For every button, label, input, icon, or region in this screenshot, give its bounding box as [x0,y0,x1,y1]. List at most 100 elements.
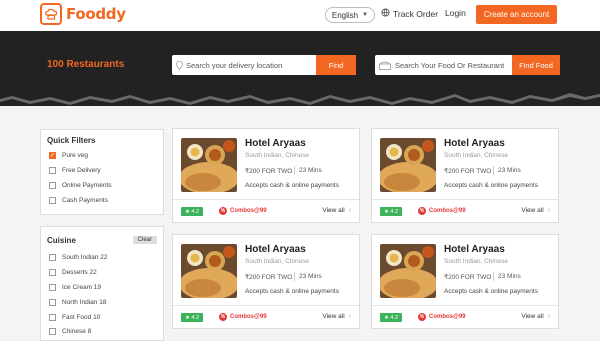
quick-filters-panel: Quick Filters ✓ Pure veg Free Delivery O… [40,129,164,215]
divider [294,166,295,175]
cuisine-fast-food[interactable]: Fast Food 10 [49,314,100,321]
chevron-down-icon: ▼ [362,12,369,18]
filter-pure-veg[interactable]: ✓ Pure veg [49,152,88,159]
chevron-right-icon: › [348,207,351,214]
location-input[interactable]: Search your delivery location [186,61,316,70]
cuisine-label: Fast Food 10 [62,314,101,321]
price-for-two: ₹200 FOR TWO [444,274,492,281]
offer-icon: % [418,207,426,215]
rating-badge: ★ 4.2 [380,313,402,322]
location-search: Search your delivery location Find [172,55,356,75]
language-select[interactable]: English ▼ [325,7,375,23]
payment-info: Accepts cash & online payments [444,182,538,189]
cuisine-title: Cuisine [47,236,76,245]
checkbox-icon[interactable] [49,328,56,335]
chevron-right-icon: › [348,313,351,320]
globe-icon [381,8,390,19]
cuisine-chinese[interactable]: Chinese 8 [49,328,91,335]
food-image [380,244,436,298]
find-button[interactable]: Find [316,55,356,75]
offer-label: Combos@99 [230,208,267,214]
food-image [380,138,436,192]
restaurant-cuisine: South Indian, Chinese [245,152,309,159]
checkbox-icon[interactable] [49,254,56,261]
offer-icon: % [219,313,227,321]
divider [294,272,295,281]
filter-label: Cash Payments [62,197,108,204]
offer-badge: % Combos@99 [219,207,267,215]
restaurant-card[interactable]: Hotel Aryaas South Indian, Chinese ₹200 … [371,128,559,223]
cuisine-label: North Indian 18 [62,299,107,306]
cuisine-panel: Cuisine Clear South Indian 22 Desserts 2… [40,226,164,341]
restaurant-cuisine: South Indian, Chinese [444,152,508,159]
brand-logo[interactable]: Fooddy [40,3,126,25]
food-input[interactable]: Search Your Food Or Restaurant [395,61,512,70]
cuisine-north-indian[interactable]: North Indian 18 [49,299,106,306]
restaurant-name[interactable]: Hotel Aryaas [245,244,306,255]
checkbox-icon[interactable] [49,284,56,291]
checkbox-icon[interactable] [49,269,56,276]
restaurant-count: 100 Restaurants [47,59,125,70]
top-header: Fooddy English ▼ Track Order Login Creat… [0,0,600,31]
restaurant-cuisine: South Indian, Chinese [245,258,309,265]
offer-badge: % Combos@99 [418,207,466,215]
view-all-link[interactable]: View all › [521,207,550,214]
chevron-right-icon: › [547,207,550,214]
offer-label: Combos@99 [429,208,466,214]
restaurant-card[interactable]: Hotel Aryaas South Indian, Chinese ₹200 … [371,234,559,329]
create-account-button[interactable]: Create an account [476,5,557,24]
food-image [181,138,237,192]
checkbox-icon[interactable] [49,299,56,306]
view-all-label: View all [322,207,345,214]
cuisine-label: South Indian 22 [62,254,108,261]
cuisine-ice-cream[interactable]: Ice Cream 19 [49,284,101,291]
food-image [181,244,237,298]
view-all-link[interactable]: View all › [521,313,550,320]
torn-paper-divider [0,88,600,105]
restaurant-cuisine: South Indian, Chinese [444,258,508,265]
offer-badge: % Combos@99 [418,313,466,321]
brand-name: Fooddy [66,5,126,23]
clear-button[interactable]: Clear [132,236,157,244]
view-all-label: View all [322,313,345,320]
cuisine-label: Desserts 22 [62,269,97,276]
location-pin-icon [172,60,186,70]
checkbox-icon[interactable] [49,197,56,204]
price-for-two: ₹200 FOR TWO [245,274,293,281]
restaurant-card[interactable]: Hotel Aryaas South Indian, Chinese ₹200 … [172,234,360,329]
checkbox-icon[interactable] [49,182,56,189]
filter-label: Pure veg [62,152,89,159]
track-order-link[interactable]: Track Order [381,8,438,19]
language-label: English [331,10,359,20]
restaurant-name[interactable]: Hotel Aryaas [444,244,505,255]
view-all-link[interactable]: View all › [322,313,351,320]
checkbox-icon[interactable] [49,314,56,321]
restaurant-card[interactable]: Hotel Aryaas South Indian, Chinese ₹200 … [172,128,360,223]
search-icon [375,61,395,70]
cuisine-desserts[interactable]: Desserts 22 [49,269,97,276]
offer-label: Combos@99 [429,314,466,320]
delivery-time: 23 Mins [498,273,521,280]
filter-free-delivery[interactable]: Free Delivery [49,167,101,174]
view-all-label: View all [521,207,544,214]
login-link[interactable]: Login [445,8,466,18]
checkbox-checked-icon[interactable]: ✓ [49,152,56,159]
delivery-time: 23 Mins [498,167,521,174]
filter-online-payments[interactable]: Online Payments [49,182,112,189]
rating-badge: ★ 4.2 [181,313,203,322]
view-all-link[interactable]: View all › [322,207,351,214]
filter-label: Online Payments [62,182,112,189]
food-search: Search Your Food Or Restaurant Find Food [375,55,560,75]
filter-label: Free Delivery [62,167,101,174]
chevron-right-icon: › [547,313,550,320]
filter-cash-payments[interactable]: Cash Payments [49,197,108,204]
cuisine-south-indian[interactable]: South Indian 22 [49,254,108,261]
card-divider [372,305,558,306]
restaurant-name[interactable]: Hotel Aryaas [245,138,306,149]
offer-icon: % [418,313,426,321]
delivery-time: 23 Mins [299,167,322,174]
card-divider [173,305,359,306]
restaurant-name[interactable]: Hotel Aryaas [444,138,505,149]
checkbox-icon[interactable] [49,167,56,174]
find-food-button[interactable]: Find Food [512,55,560,75]
